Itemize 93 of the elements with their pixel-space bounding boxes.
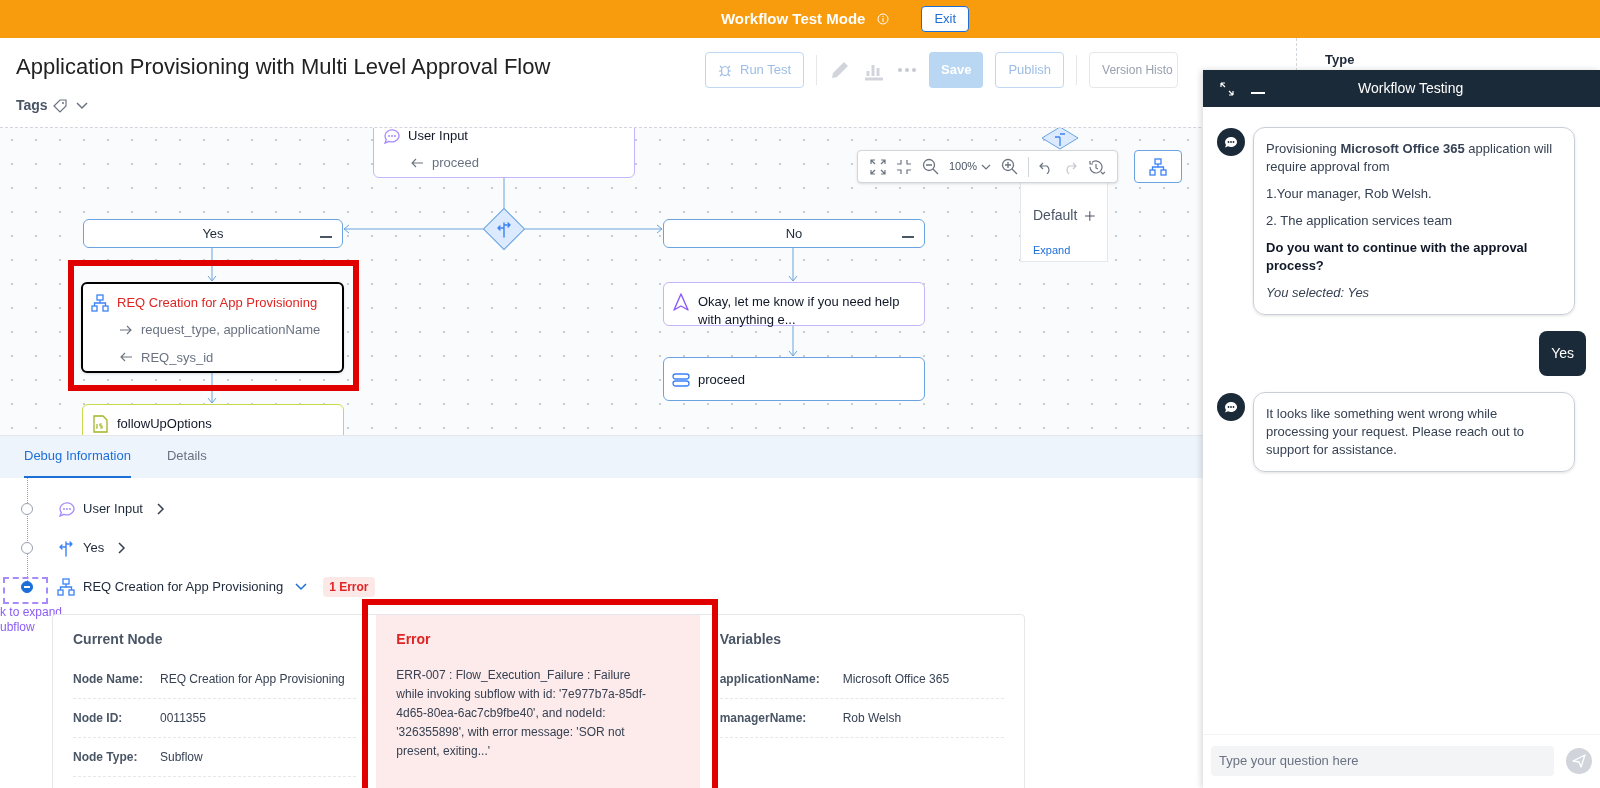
fit-screen-icon[interactable] [870, 158, 886, 175]
hierarchy-icon [1149, 157, 1167, 176]
tags-label: Tags [16, 96, 48, 115]
node-title: Okay, let me know if you need help with anything e... [698, 293, 901, 329]
default-label: Default [1033, 206, 1078, 225]
message-text: You selected: Yes [1266, 284, 1371, 302]
chat-input-field[interactable]: Type your question here [1211, 745, 1554, 776]
hierarchy-icon [91, 294, 109, 312]
input-variables-label: request_type, applicationName [141, 321, 321, 339]
field-label: managerName: [719, 710, 808, 727]
output-variable-label: proceed [432, 154, 479, 172]
field-label: Node ID: [73, 710, 124, 727]
flow-node[interactable]: Yes [83, 219, 343, 248]
branch-label: Yes [202, 224, 224, 243]
node-title: User Input [408, 128, 468, 145]
flow-title: Application Provisioning with Multi Level Approval Flow [16, 53, 551, 81]
chat-bubble-icon [57, 500, 75, 518]
flow-node[interactable]: proceed [663, 357, 925, 401]
message-text: 1.Your manager, Rob Welsh. [1266, 185, 1433, 203]
arrow-left-icon [410, 157, 424, 168]
debug-tab[interactable]: Details [166, 445, 207, 478]
expand-icon[interactable] [1219, 80, 1235, 97]
script-file-icon [91, 415, 109, 433]
chat-bubble-icon [382, 128, 400, 145]
field-label: applicationName: [719, 671, 821, 688]
connector-arrow [788, 247, 798, 282]
chevron-right-icon[interactable] [155, 503, 167, 515]
collapse-view-icon[interactable] [896, 158, 912, 175]
version-history-button[interactable]: Version Histo [1089, 52, 1178, 88]
chevron-down-icon[interactable] [75, 101, 88, 110]
arrow-left-icon [119, 352, 133, 363]
connector-arrow [788, 325, 798, 357]
node-title: followUpOptions [117, 415, 212, 433]
branch-icon [495, 220, 513, 238]
field-value: Subflow [160, 749, 203, 766]
chevron-down-icon [981, 163, 992, 170]
message-text: Provisioning Microsoft Office 365 application will require approval from [1266, 140, 1554, 176]
trail-label: User Input [83, 500, 143, 519]
plus-icon[interactable] [1085, 208, 1095, 223]
hierarchy-button[interactable] [1134, 150, 1182, 183]
flow-node[interactable]: REQ Creation for App Provisioning request_type, applicationName REQ_sys_id [81, 282, 344, 373]
error-badge: 1 Error [323, 577, 375, 597]
chevron-down-icon[interactable] [295, 581, 308, 593]
error-message: ERR-007 : Flow_Execution_Failure : Failure while invoking subflow with id: '7e977b7a-85df-4d65-80ea-6ac7cb9fbe40', and nodeId: '326355898', with error message: 'SOR not present, exiting...' [396, 667, 648, 760]
stacked-bars-icon [672, 371, 690, 389]
error-heading: Error [396, 630, 432, 649]
message-text: Do you want to continue with the approval process? [1266, 239, 1529, 275]
output-variable-label: REQ_sys_id [141, 348, 214, 367]
branch-icon [57, 539, 75, 557]
banner-title: Workflow Test Mode [720, 8, 866, 29]
field-value: REQ Creation for App Provisioning [160, 671, 345, 688]
branch-label: No [785, 224, 803, 243]
field-value: 0011355 [160, 710, 206, 727]
node-title: REQ Creation for App Provisioning [117, 294, 318, 312]
connector-arrow [207, 247, 217, 282]
minimize-icon[interactable] [1251, 91, 1265, 94]
triangle-icon [672, 293, 690, 311]
history-icon[interactable] [1087, 158, 1106, 175]
exit-button[interactable]: Exit [921, 6, 970, 32]
zoom-out-icon[interactable] [922, 158, 939, 175]
arrow-right-icon [119, 324, 133, 335]
expand-hint: ubflow [0, 620, 36, 635]
field-label: Node Name: [73, 671, 144, 688]
field-value: Microsoft Office 365 [842, 671, 950, 688]
message-text: It looks like something went wrong while processing your request. Please reach out to support for assistance. [1266, 405, 1525, 459]
section-heading: Current Node [73, 630, 164, 649]
chat-title: Workflow Testing [1358, 79, 1464, 98]
debug-tab[interactable]: Debug Information [24, 445, 131, 478]
branch-diamond-icon [1040, 128, 1080, 150]
message-text: 2. The application services team [1266, 212, 1454, 230]
trail-label: REQ Creation for App Provisioning [83, 578, 284, 597]
send-icon [1572, 753, 1586, 768]
connector-arrow [207, 372, 217, 404]
hierarchy-icon [57, 578, 75, 596]
node-title: proceed [698, 371, 745, 389]
flow-node[interactable]: Okay, let me know if you need help with anything e... [663, 282, 925, 326]
chat-bubble-icon [1224, 136, 1238, 148]
expand-link[interactable]: Expand [1033, 242, 1095, 259]
zoom-select[interactable]: 100% [949, 158, 992, 175]
section-heading: Variables [719, 630, 783, 649]
subflow-drop-zone [3, 577, 48, 604]
field-value: Rob Welsh [842, 710, 902, 727]
trail-label: Yes [83, 539, 105, 558]
field-label: Node Type: [73, 749, 139, 766]
zoom-in-icon[interactable] [1001, 158, 1019, 175]
flow-node[interactable]: User Input proceed [373, 128, 635, 178]
bug-icon [718, 63, 732, 77]
info-icon [877, 13, 890, 25]
type-heading: Type [1325, 51, 1356, 69]
user-message: Yes [1539, 331, 1586, 376]
flow-node[interactable]: No [663, 219, 925, 248]
chat-bubble-icon [1224, 401, 1238, 413]
flow-node[interactable]: followUpOptions [82, 404, 344, 435]
